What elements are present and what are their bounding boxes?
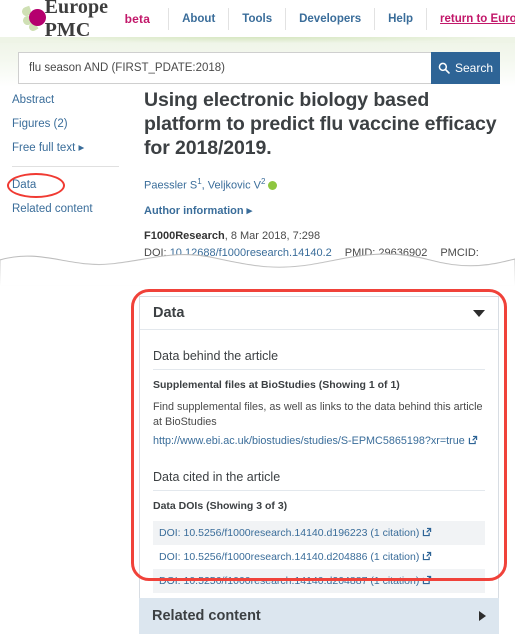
orcid-icon[interactable] <box>268 180 278 190</box>
sidebar-item-related-content[interactable]: Related content <box>12 203 130 216</box>
supplemental-files-description: Find supplemental files, as well as link… <box>153 401 483 428</box>
external-link-icon[interactable] <box>422 575 432 585</box>
chevron-right-icon[interactable] <box>479 611 486 621</box>
search-icon <box>438 62 450 74</box>
sidebar-item-abstract[interactable]: Abstract <box>12 94 130 107</box>
author-name-2[interactable]: Veljkovic V <box>208 180 261 192</box>
data-panel: Data Data behind the article Supplementa… <box>139 296 499 606</box>
torn-page-divider <box>0 253 515 286</box>
journal-date-volume: , 8 Mar 2018, 7:298 <box>224 229 321 242</box>
site-logo[interactable]: Europe PMC beta <box>0 0 150 42</box>
page-title: Using electronic biology based platform … <box>144 89 497 159</box>
table-row[interactable]: DOI: 10.5256/f1000research.14140.d204887… <box>153 569 485 593</box>
europe-pmc-logo-icon <box>20 5 46 32</box>
article-sidebar: Abstract Figures (2) Free full text ▸ Da… <box>12 94 130 227</box>
nav-item-return-to-europe-pmc[interactable]: return to Europe <box>427 8 515 30</box>
subsection-data-dois: Data DOIs (Showing 3 of 3) <box>153 500 288 512</box>
data-panel-title: Data <box>153 305 185 321</box>
section-title-data-cited: Data cited in the article <box>153 461 485 491</box>
biostudies-link-row: http://www.ebi.ac.uk/biostudies/studies/… <box>153 431 485 449</box>
nav-item-developers[interactable]: Developers <box>286 7 376 30</box>
author-affiliation-2: 2 <box>260 177 266 186</box>
journal-name: F1000Research <box>144 229 225 242</box>
logo-text: Europe PMC <box>44 0 109 41</box>
sidebar-item-free-full-text[interactable]: Free full text ▸ <box>12 142 130 155</box>
search-row: Search <box>18 52 500 84</box>
author-name-1[interactable]: Paessler S <box>144 180 197 192</box>
sidebar-divider <box>12 166 119 167</box>
beta-badge: beta <box>124 11 151 26</box>
external-link-icon[interactable] <box>468 435 478 445</box>
external-link-icon[interactable] <box>422 527 432 537</box>
chevron-down-icon[interactable] <box>473 309 485 317</box>
external-link-icon[interactable] <box>422 551 432 561</box>
data-panel-header[interactable]: Data <box>140 297 498 330</box>
sidebar-item-data[interactable]: Data <box>12 179 36 192</box>
site-header: Europe PMC beta About Tools Developers H… <box>0 0 515 41</box>
author-list: Paessler S1, Veljkovic V2 <box>144 177 504 192</box>
nav-item-about[interactable]: About <box>168 7 230 30</box>
page-root: Europe PMC beta About Tools Developers H… <box>0 0 515 643</box>
doi-row-label[interactable]: DOI: 10.5256/f1000research.14140.d204887… <box>159 575 419 587</box>
search-button[interactable]: Search <box>431 52 500 84</box>
journal-line: F1000Research, 8 Mar 2018, 7:298 <box>144 230 504 242</box>
table-row[interactable]: DOI: 10.5256/f1000research.14140.d196223… <box>153 521 485 545</box>
main-nav: About Tools Developers Help return to Eu… <box>168 4 515 34</box>
related-content-title: Related content <box>152 608 261 624</box>
article-header: Using electronic biology based platform … <box>144 88 504 259</box>
search-button-label: Search <box>454 61 494 75</box>
data-panel-body: Data behind the article Supplemental fil… <box>140 330 498 605</box>
table-row[interactable]: DOI: 10.5256/f1000research.14140.d204886… <box>153 545 485 569</box>
author-information-toggle[interactable]: Author information ▸ <box>144 204 504 217</box>
doi-row-label[interactable]: DOI: 10.5256/f1000research.14140.d204886… <box>159 551 419 563</box>
doi-row-label[interactable]: DOI: 10.5256/f1000research.14140.d196223… <box>159 527 419 539</box>
sidebar-item-figures[interactable]: Figures (2) <box>12 118 130 131</box>
nav-item-help[interactable]: Help <box>375 7 428 30</box>
search-input[interactable] <box>18 52 431 84</box>
section-title-data-behind-article: Data behind the article <box>153 340 485 370</box>
related-content-panel-header[interactable]: Related content <box>139 598 499 634</box>
subsection-supplemental-files: Supplemental files at BioStudies (Showin… <box>153 379 400 391</box>
nav-item-tools[interactable]: Tools <box>229 7 287 30</box>
biostudies-link[interactable]: http://www.ebi.ac.uk/biostudies/studies/… <box>153 435 465 447</box>
